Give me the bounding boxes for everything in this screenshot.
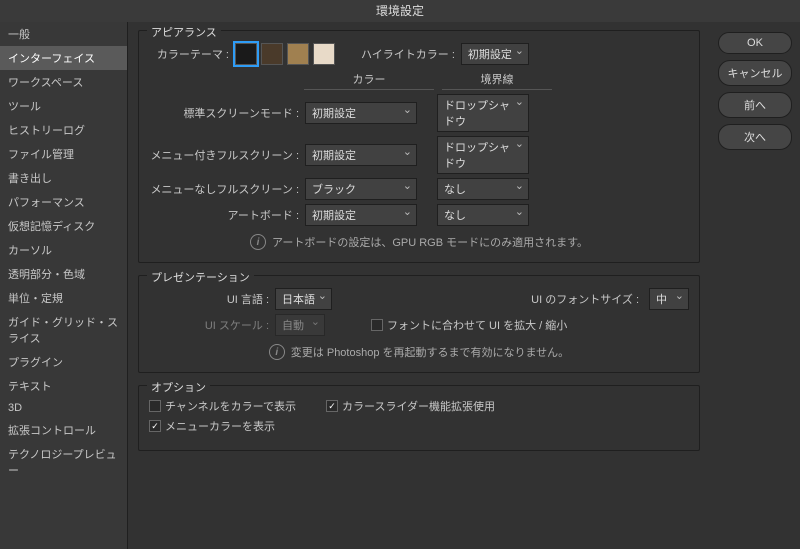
checkbox-icon bbox=[371, 319, 383, 331]
presentation-note: i 変更は Photoshop を再起動するまで有効になりません。 bbox=[149, 344, 689, 360]
sidebar-item[interactable]: パフォーマンス bbox=[0, 190, 127, 214]
row-label: 標準スクリーンモード : bbox=[149, 105, 299, 121]
info-icon: i bbox=[269, 344, 285, 360]
screen-mode-header: カラー 境界線 bbox=[149, 71, 689, 90]
window-body: 一般インターフェイスワークスペースツールヒストリーログファイル管理書き出しパフォ… bbox=[0, 22, 800, 549]
sidebar-item[interactable]: カーソル bbox=[0, 238, 127, 262]
section-title-appearance: アピアランス bbox=[147, 24, 221, 40]
col-border: 境界線 bbox=[442, 71, 552, 90]
preferences-window: 環境設定 一般インターフェイスワークスペースツールヒストリーログファイル管理書き… bbox=[0, 0, 800, 549]
screen-mode-row: メニュー付きフルスクリーン : 初期設定ドロップシャドウ bbox=[149, 136, 689, 174]
sidebar-item[interactable]: ヒストリーログ bbox=[0, 118, 127, 142]
ui-fontsize-label: UI のフォントサイズ : bbox=[531, 291, 639, 307]
color-dropdown[interactable]: ブラック bbox=[305, 178, 417, 200]
checkbox-icon bbox=[326, 400, 338, 412]
border-dropdown[interactable]: ドロップシャドウ bbox=[437, 136, 529, 174]
options-row1: チャンネルをカラーで表示 カラースライダー機能拡張使用 bbox=[149, 398, 689, 414]
sidebar-item[interactable]: ワークスペース bbox=[0, 70, 127, 94]
sidebar-item[interactable]: 仮想記憶ディスク bbox=[0, 214, 127, 238]
scale-to-fit-label: フォントに合わせて UI を拡大 / 縮小 bbox=[387, 317, 567, 333]
info-icon: i bbox=[250, 234, 266, 250]
sidebar-item[interactable]: 書き出し bbox=[0, 166, 127, 190]
color-theme-row: カラーテーマ : ハイライトカラー : 初期設定 bbox=[149, 43, 689, 65]
presentation-section: プレゼンテーション UI 言語 : 日本語 UI のフォントサイズ : 中 UI… bbox=[138, 275, 700, 373]
appearance-section: アピアランス カラーテーマ : ハイライトカラー : 初期設定 カラー 境界線 … bbox=[138, 30, 700, 263]
checkbox-icon bbox=[149, 420, 161, 432]
color-theme-label: カラーテーマ : bbox=[149, 46, 229, 62]
highlight-label: ハイライトカラー : bbox=[361, 46, 455, 62]
cancel-button[interactable]: キャンセル bbox=[718, 60, 792, 86]
section-title-presentation: プレゼンテーション bbox=[147, 269, 254, 285]
chk-menu-color[interactable]: メニューカラーを表示 bbox=[149, 418, 275, 434]
sidebar: 一般インターフェイスワークスペースツールヒストリーログファイル管理書き出しパフォ… bbox=[0, 22, 128, 549]
screen-mode-rows: 標準スクリーンモード :初期設定ドロップシャドウメニュー付きフルスクリーン :初… bbox=[149, 94, 689, 226]
sidebar-item[interactable]: 単位・定規 bbox=[0, 286, 127, 310]
sidebar-item[interactable]: インターフェイス bbox=[0, 46, 127, 70]
chk-label: チャンネルをカラーで表示 bbox=[165, 398, 296, 414]
theme-swatch[interactable] bbox=[261, 43, 283, 65]
chk-channel-color[interactable]: チャンネルをカラーで表示 bbox=[149, 398, 296, 414]
options-section: オプション チャンネルをカラーで表示 カラースライダー機能拡張使用 メニューカラ… bbox=[138, 385, 700, 451]
main-panel: アピアランス カラーテーマ : ハイライトカラー : 初期設定 カラー 境界線 … bbox=[128, 22, 710, 549]
sidebar-item[interactable]: ツール bbox=[0, 94, 127, 118]
sidebar-item[interactable]: ファイル管理 bbox=[0, 142, 127, 166]
sidebar-item[interactable]: 透明部分・色域 bbox=[0, 262, 127, 286]
sidebar-item[interactable]: ガイド・グリッド・スライス bbox=[0, 310, 127, 350]
row-label: メニュー付きフルスクリーン : bbox=[149, 147, 299, 163]
border-dropdown[interactable]: なし bbox=[437, 204, 529, 226]
theme-swatch[interactable] bbox=[235, 43, 257, 65]
color-dropdown[interactable]: 初期設定 bbox=[305, 102, 417, 124]
ui-lang-row: UI 言語 : 日本語 UI のフォントサイズ : 中 bbox=[149, 288, 689, 310]
sidebar-item[interactable]: プラグイン bbox=[0, 350, 127, 374]
appearance-note-text: アートボードの設定は、GPU RGB モードにのみ適用されます。 bbox=[272, 234, 588, 250]
col-color: カラー bbox=[304, 71, 434, 90]
ui-fontsize-dropdown[interactable]: 中 bbox=[649, 288, 689, 310]
theme-swatches bbox=[235, 43, 335, 65]
sidebar-item[interactable]: 3D bbox=[0, 398, 127, 418]
color-dropdown[interactable]: 初期設定 bbox=[305, 204, 417, 226]
chk-label: カラースライダー機能拡張使用 bbox=[342, 398, 495, 414]
appearance-note: i アートボードの設定は、GPU RGB モードにのみ適用されます。 bbox=[149, 234, 689, 250]
section-title-options: オプション bbox=[147, 379, 210, 395]
border-dropdown[interactable]: ドロップシャドウ bbox=[437, 94, 529, 132]
theme-swatch[interactable] bbox=[313, 43, 335, 65]
screen-mode-row: 標準スクリーンモード : 初期設定ドロップシャドウ bbox=[149, 94, 689, 132]
next-button[interactable]: 次へ bbox=[718, 124, 792, 150]
sidebar-item[interactable]: テクノロジープレビュー bbox=[0, 442, 127, 482]
right-buttons: OK キャンセル 前へ 次へ bbox=[710, 22, 800, 549]
ui-scale-label: UI スケール : bbox=[149, 317, 269, 333]
ui-lang-dropdown[interactable]: 日本語 bbox=[275, 288, 332, 310]
screen-mode-row: アートボード : 初期設定なし bbox=[149, 204, 689, 226]
chk-color-slider[interactable]: カラースライダー機能拡張使用 bbox=[326, 398, 495, 414]
theme-swatch[interactable] bbox=[287, 43, 309, 65]
sidebar-item[interactable]: 一般 bbox=[0, 22, 127, 46]
scale-to-fit-checkbox[interactable]: フォントに合わせて UI を拡大 / 縮小 bbox=[371, 317, 567, 333]
ui-scale-row: UI スケール : 自動 フォントに合わせて UI を拡大 / 縮小 bbox=[149, 314, 689, 336]
ui-scale-dropdown: 自動 bbox=[275, 314, 325, 336]
checkbox-icon bbox=[149, 400, 161, 412]
prev-button[interactable]: 前へ bbox=[718, 92, 792, 118]
sidebar-item[interactable]: テキスト bbox=[0, 374, 127, 398]
chk-label: メニューカラーを表示 bbox=[165, 418, 275, 434]
color-dropdown[interactable]: 初期設定 bbox=[305, 144, 417, 166]
ok-button[interactable]: OK bbox=[718, 32, 792, 54]
sidebar-item[interactable]: 拡張コントロール bbox=[0, 418, 127, 442]
options-row2: メニューカラーを表示 bbox=[149, 418, 689, 434]
screen-mode-row: メニューなしフルスクリーン : ブラックなし bbox=[149, 178, 689, 200]
presentation-note-text: 変更は Photoshop を再起動するまで有効になりません。 bbox=[291, 344, 569, 360]
ui-lang-label: UI 言語 : bbox=[149, 291, 269, 307]
window-title: 環境設定 bbox=[0, 0, 800, 22]
highlight-dropdown[interactable]: 初期設定 bbox=[461, 43, 529, 65]
border-dropdown[interactable]: なし bbox=[437, 178, 529, 200]
row-label: メニューなしフルスクリーン : bbox=[149, 181, 299, 197]
row-label: アートボード : bbox=[149, 207, 299, 223]
